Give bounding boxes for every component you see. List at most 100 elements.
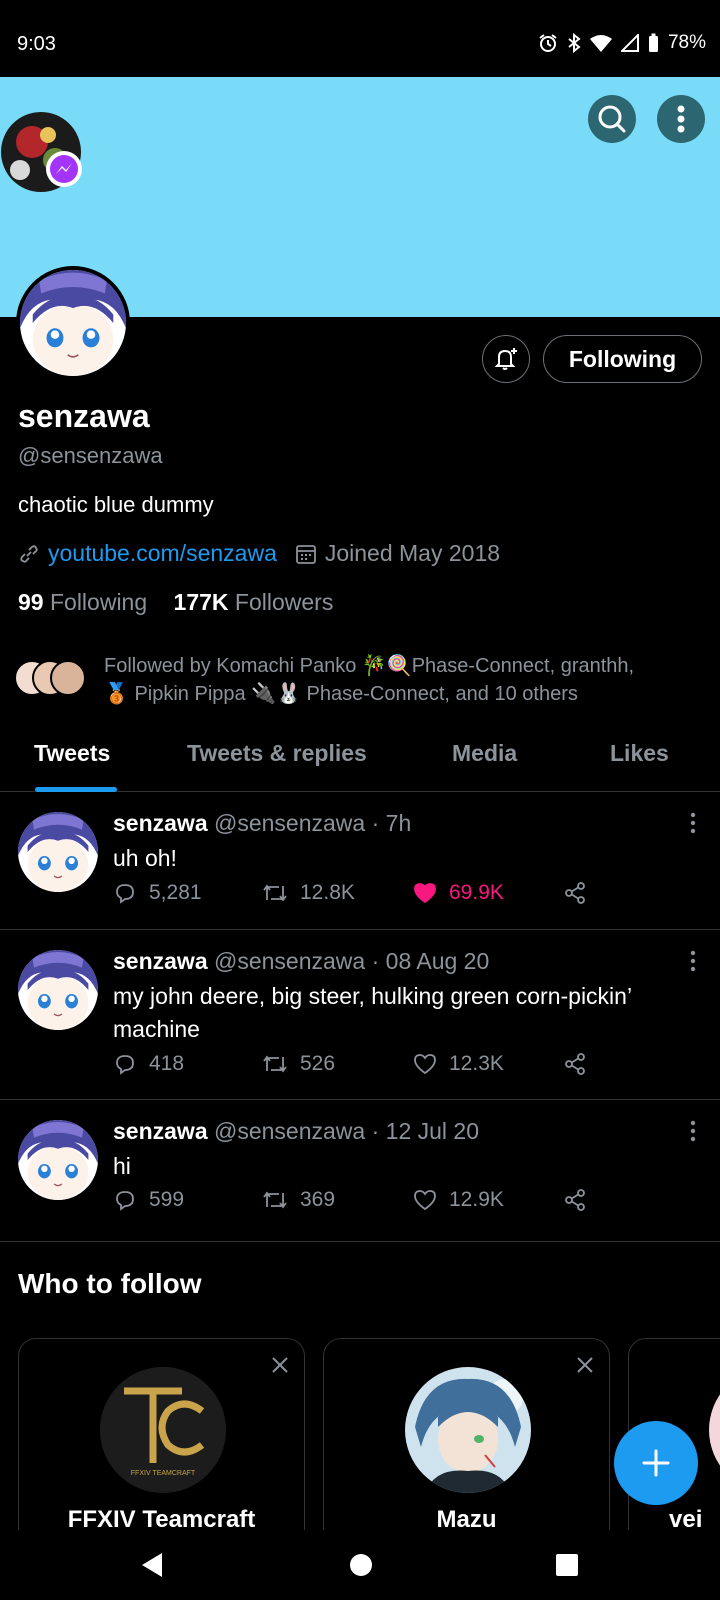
tweet[interactable]: senzawa @sensenzawa · 12 Jul 20 hi 599 369 1… — [0, 1100, 720, 1242]
retweet-count: 526 — [300, 1052, 336, 1075]
retweet-button[interactable]: 526 — [262, 1052, 413, 1076]
bell-icon — [494, 348, 517, 370]
followers-count-link[interactable]: 177K Followers — [174, 589, 334, 615]
share-button[interactable] — [563, 1188, 587, 1212]
tweet-actions: 599 369 12.9K — [113, 1188, 587, 1212]
alarm-icon — [539, 34, 557, 52]
reply-button[interactable]: 599 — [113, 1188, 262, 1212]
profile-link[interactable]: youtube.com/senzawa — [48, 540, 277, 567]
profile-bio: chaotic blue dummy — [18, 492, 214, 517]
tweet-author-name[interactable]: senzawa — [113, 810, 208, 836]
tweet-header: senzawa @sensenzawa · 7h — [113, 810, 411, 837]
link-icon — [20, 544, 38, 563]
retweet-button[interactable]: 12.8K — [262, 881, 413, 905]
reply-icon — [116, 884, 134, 904]
profile-tabs: Tweets Tweets & replies Media Likes — [0, 724, 720, 792]
tab-media[interactable]: Media — [452, 740, 517, 767]
status-bar: 9:03 78% — [0, 0, 720, 77]
followed-by-avatars — [14, 660, 88, 700]
reply-count: 599 — [149, 1188, 185, 1211]
reply-icon — [116, 1191, 134, 1211]
following-count-link[interactable]: 99 Following — [18, 589, 147, 615]
reply-icon — [116, 1055, 134, 1075]
battery-level: 78% — [667, 32, 706, 53]
retweet-icon — [263, 1055, 287, 1073]
tweet-meta: @sensenzawa · 12 Jul 20 — [214, 1118, 479, 1144]
home-icon[interactable] — [349, 1553, 373, 1577]
followers-count: 177K — [173, 589, 229, 615]
avatar: FFXIV TEAMCRAFT — [100, 1367, 226, 1493]
profile-meta: youtube.com/senzawa Joined May 2018 — [18, 540, 500, 567]
following-count: 99 — [18, 589, 44, 615]
avatar — [405, 1367, 531, 1493]
wifi-icon — [589, 35, 612, 52]
tweet-meta: @sensenzawa · 7h — [214, 810, 412, 836]
share-button[interactable] — [563, 881, 587, 905]
retweet-count: 12.8K — [300, 881, 355, 904]
like-button[interactable]: 12.9K — [413, 1188, 563, 1212]
retweet-icon — [263, 884, 287, 902]
retweet-button[interactable]: 369 — [262, 1188, 413, 1212]
following-label: Following — [49, 589, 148, 615]
system-navigation-bar — [0, 1530, 720, 1600]
battery-icon — [648, 33, 658, 52]
reply-count: 5,281 — [149, 881, 202, 904]
display-name: senzawa — [18, 398, 150, 434]
tab-tweets-and-replies[interactable]: Tweets & replies — [187, 740, 367, 767]
like-count: 12.3K — [449, 1052, 504, 1075]
tweet-author-name[interactable]: senzawa — [113, 1118, 208, 1144]
tweet[interactable]: senzawa @sensenzawa · 08 Aug 20 my john d… — [0, 930, 720, 1100]
tweet-header: senzawa @sensenzawa · 12 Jul 20 — [113, 1118, 479, 1145]
avatar[interactable] — [18, 1120, 98, 1200]
more-icon[interactable] — [690, 950, 696, 972]
followed-by-text: Followed by Komachi Panko 🎋🍭Phase-Connec… — [104, 652, 634, 708]
close-icon[interactable] — [270, 1355, 290, 1375]
notifications-bell-button[interactable] — [482, 335, 530, 383]
reply-button[interactable]: 5,281 — [113, 881, 262, 905]
avatar — [709, 1367, 720, 1493]
teamcraft-logo-icon: FFXIV TEAMCRAFT — [100, 1367, 226, 1493]
joined-date: Joined May 2018 — [324, 540, 501, 566]
tab-tweets[interactable]: Tweets — [34, 740, 110, 767]
tweet-actions: 418 526 12.3K — [113, 1052, 587, 1076]
profile-avatar[interactable] — [16, 266, 130, 380]
more-options-button[interactable] — [657, 95, 705, 143]
close-icon[interactable] — [575, 1355, 595, 1375]
tweet-actions: 5,281 12.8K 69.9K — [113, 881, 587, 905]
avatar[interactable] — [18, 812, 98, 892]
retweet-icon — [263, 1191, 287, 1209]
like-button[interactable]: 12.3K — [413, 1052, 563, 1076]
share-icon — [565, 1053, 585, 1075]
tweet[interactable]: senzawa @sensenzawa · 7h uh oh! 5,281 12.8K… — [0, 792, 720, 930]
followed-by-line: Followed by Komachi Panko 🎋🍭Phase-Connec… — [104, 655, 635, 677]
following-button[interactable]: Following — [543, 335, 702, 383]
more-icon[interactable] — [690, 1120, 696, 1142]
status-icons: 78% — [538, 32, 706, 54]
recents-icon[interactable] — [555, 1553, 579, 1577]
tweet-text: hi — [113, 1153, 131, 1179]
share-icon — [565, 1189, 585, 1211]
compose-tweet-button[interactable] — [614, 1421, 698, 1505]
more-icon[interactable] — [690, 812, 696, 834]
messenger-chat-head-icon[interactable] — [0, 100, 82, 204]
tweet-author-name[interactable]: senzawa — [113, 948, 208, 974]
avatar — [50, 660, 86, 696]
like-count: 69.9K — [449, 881, 504, 904]
plus-icon — [642, 1449, 670, 1477]
reply-button[interactable]: 418 — [113, 1052, 262, 1076]
tab-likes[interactable]: Likes — [610, 740, 669, 767]
tweet-header: senzawa @sensenzawa · 08 Aug 20 — [113, 948, 489, 975]
reply-count: 418 — [149, 1052, 185, 1075]
followed-by[interactable]: Followed by Komachi Panko 🎋🍭Phase-Connec… — [14, 652, 704, 708]
status-time: 9:03 — [17, 33, 56, 55]
back-icon[interactable] — [140, 1552, 164, 1578]
logo-text: FFXIV TEAMCRAFT — [131, 1470, 196, 1477]
like-button[interactable]: 69.9K — [413, 881, 563, 905]
followed-by-line: 🥉 Pipkin Pippa 🔌🐰 Phase-Connect, and 10 … — [104, 683, 578, 705]
avatar[interactable] — [18, 950, 98, 1030]
search-button[interactable] — [588, 95, 636, 143]
calendar-icon — [295, 544, 316, 564]
tweet-text: my john deere, big steer, hulking green … — [113, 983, 632, 1042]
profile-handle: @sensenzawa — [18, 443, 163, 468]
share-button[interactable] — [563, 1052, 587, 1076]
